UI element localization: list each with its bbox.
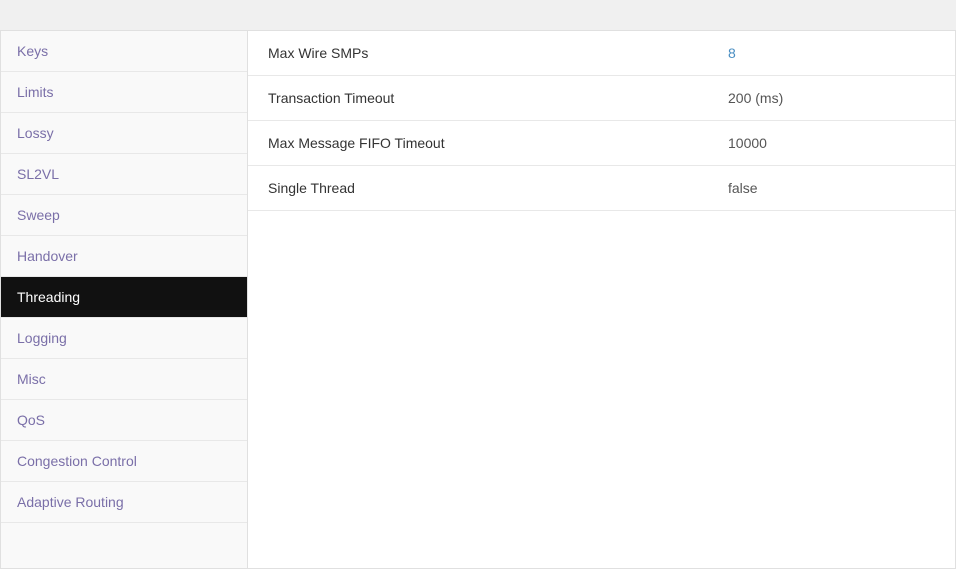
sidebar-item-sweep[interactable]: Sweep (1, 195, 247, 236)
sidebar-item-lossy[interactable]: Lossy (1, 113, 247, 154)
sidebar-item-qos[interactable]: QoS (1, 400, 247, 441)
property-value: 10000 (728, 135, 935, 151)
property-label: Max Message FIFO Timeout (268, 135, 728, 151)
sidebar-item-adaptive-routing[interactable]: Adaptive Routing (1, 482, 247, 523)
property-label: Transaction Timeout (268, 90, 728, 106)
sidebar-item-congestion-control[interactable]: Congestion Control (1, 441, 247, 482)
property-value: 8 (728, 45, 935, 61)
sidebar-item-logging[interactable]: Logging (1, 318, 247, 359)
property-row: Single Threadfalse (248, 166, 955, 211)
property-value: 200 (ms) (728, 90, 935, 106)
property-value: false (728, 180, 935, 196)
sidebar-item-keys[interactable]: Keys (1, 31, 247, 72)
property-row: Max Message FIFO Timeout10000 (248, 121, 955, 166)
property-row: Max Wire SMPs8 (248, 31, 955, 76)
main-content: Max Wire SMPs8Transaction Timeout200 (ms… (248, 30, 956, 569)
sidebar: KeysLimitsLossySL2VLSweepHandoverThreadi… (0, 30, 248, 569)
sidebar-item-handover[interactable]: Handover (1, 236, 247, 277)
sidebar-item-misc[interactable]: Misc (1, 359, 247, 400)
sidebar-item-threading[interactable]: Threading (1, 277, 247, 318)
property-label: Single Thread (268, 180, 728, 196)
sidebar-item-limits[interactable]: Limits (1, 72, 247, 113)
app-container: KeysLimitsLossySL2VLSweepHandoverThreadi… (0, 0, 956, 569)
property-row: Transaction Timeout200 (ms) (248, 76, 955, 121)
sidebar-item-sl2vl[interactable]: SL2VL (1, 154, 247, 195)
property-label: Max Wire SMPs (268, 45, 728, 61)
